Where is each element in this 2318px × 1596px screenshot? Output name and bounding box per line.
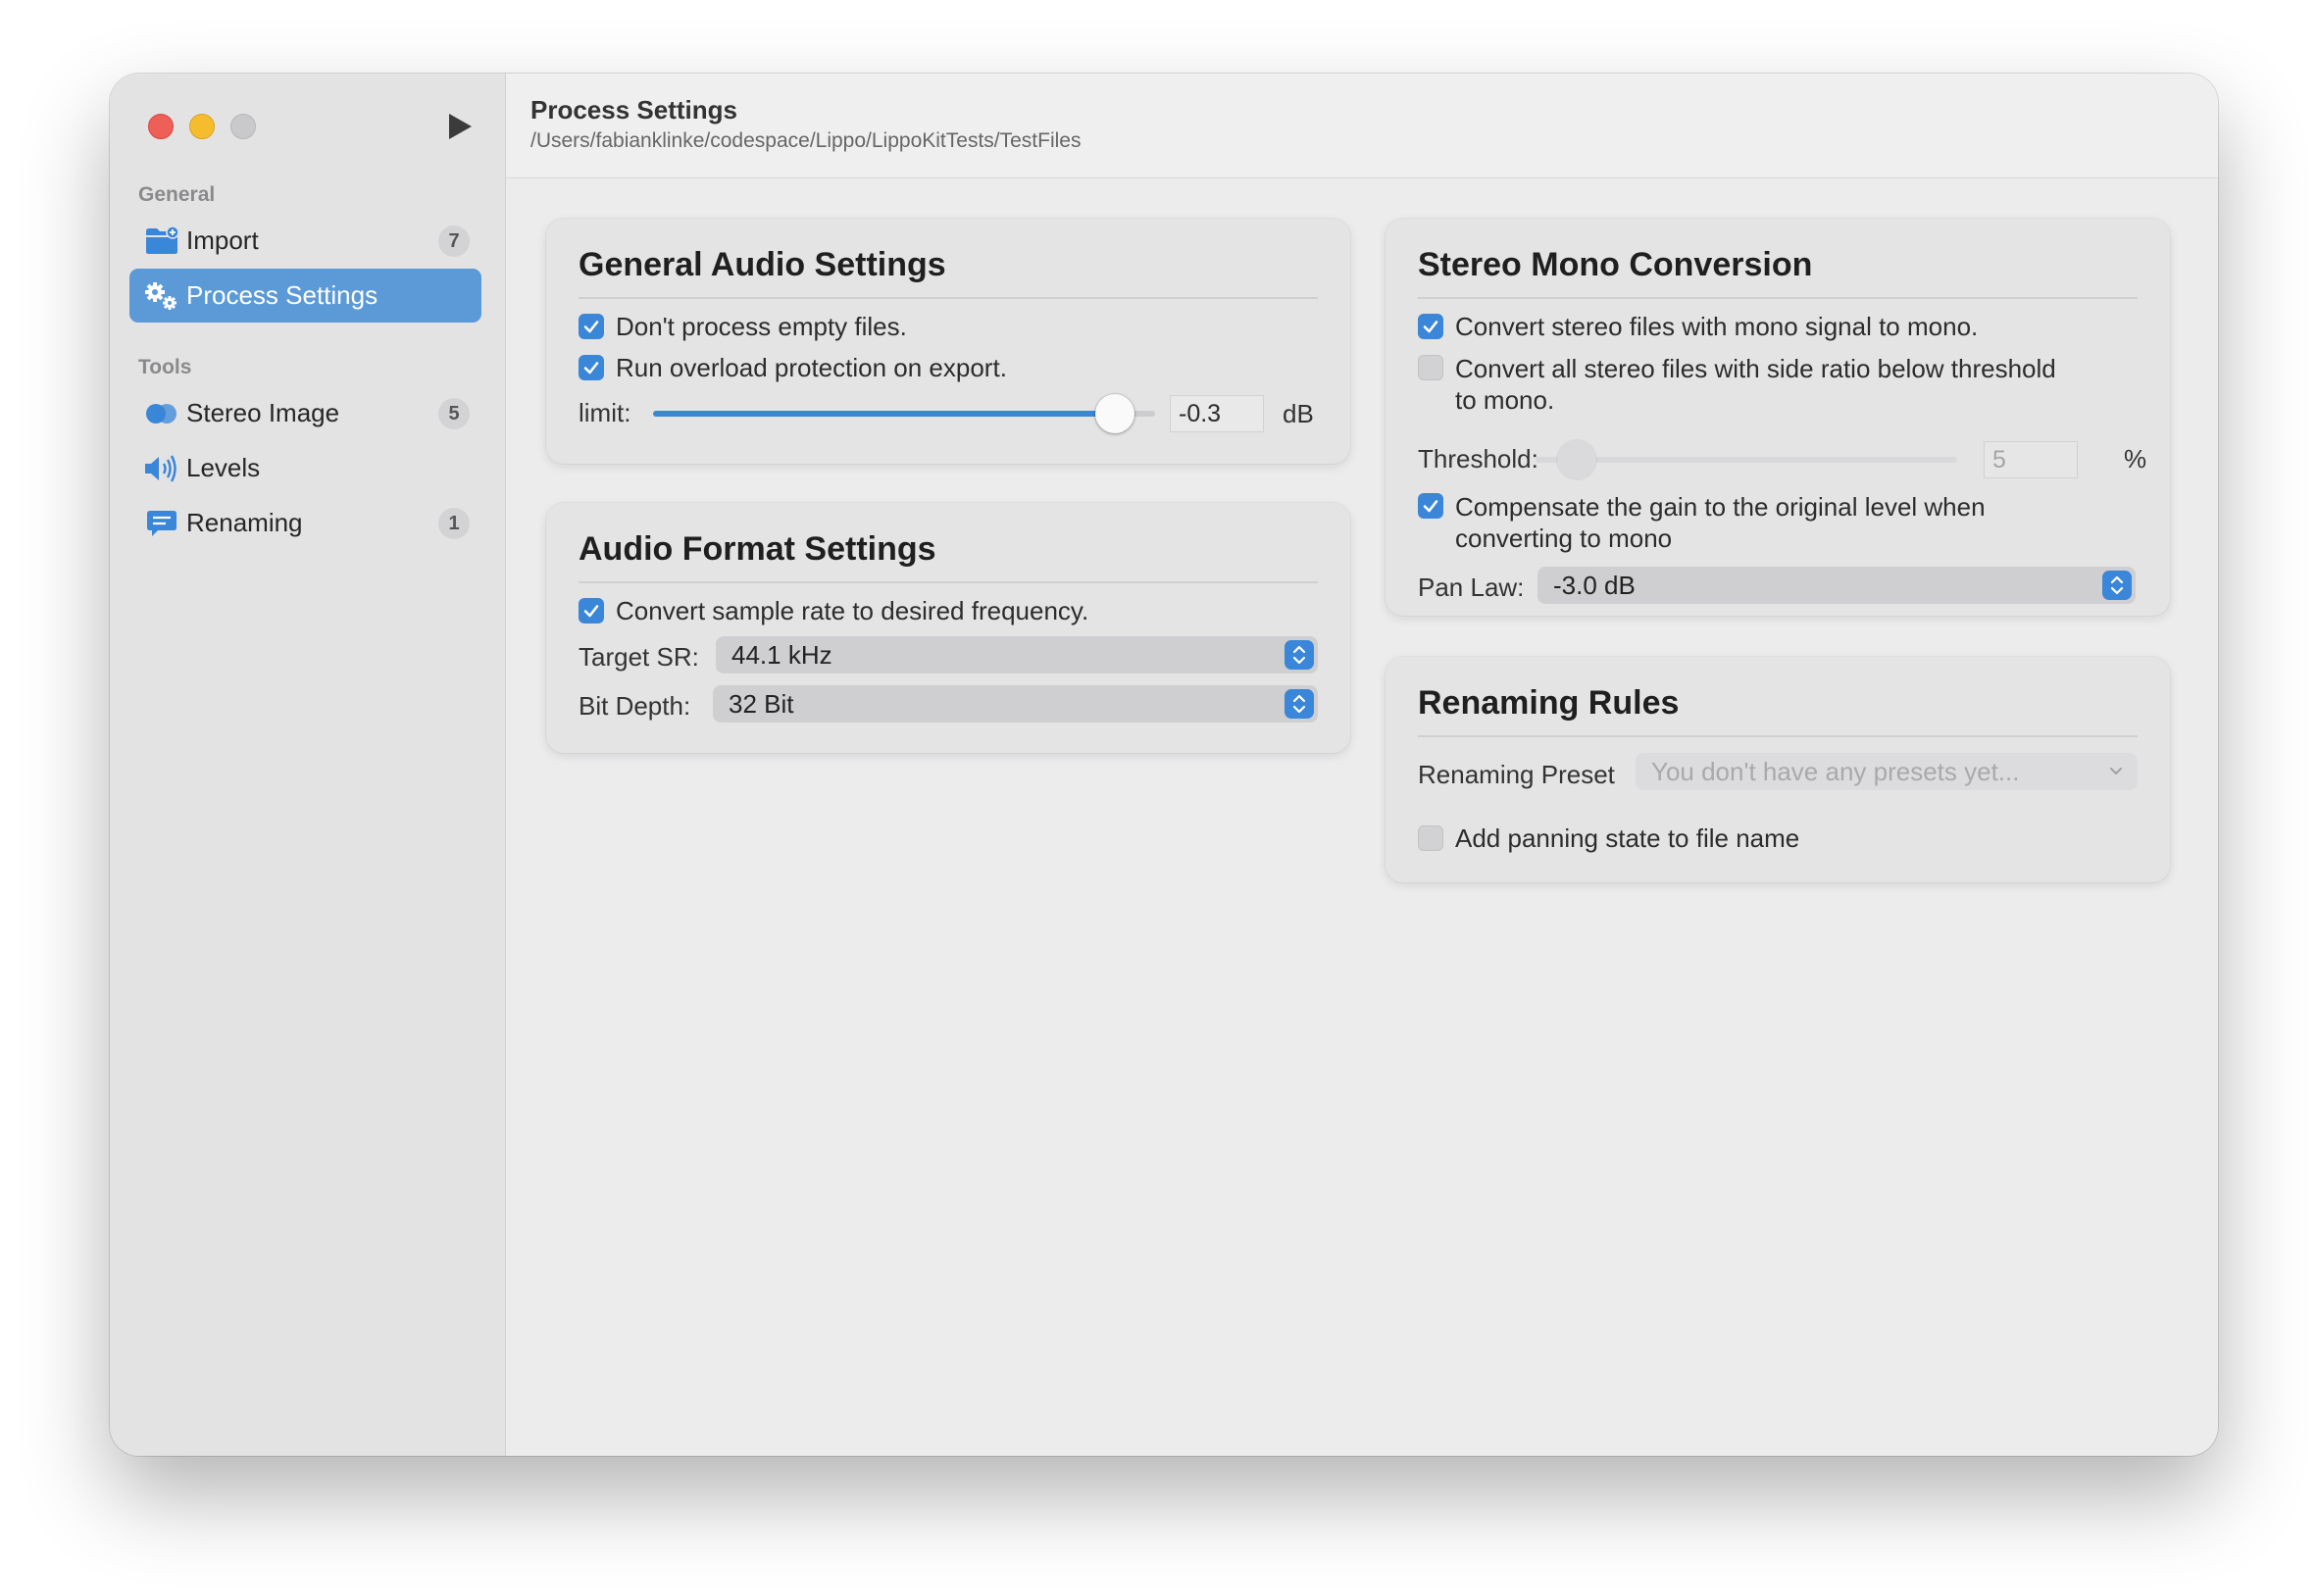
checkbox-label-line1: Convert all stereo files with side ratio… <box>1455 354 2056 383</box>
convert-mono-signal-row: Convert stereo files with mono signal to… <box>1418 312 1978 342</box>
gears-icon <box>143 279 180 313</box>
checkbox-label: Don't process empty files. <box>616 312 907 341</box>
add-panning-row: Add panning state to file name <box>1418 823 1799 854</box>
sidebar-item-process-settings[interactable]: Process Settings <box>129 269 481 323</box>
import-count-badge: 7 <box>438 225 470 257</box>
stereo-image-count-badge: 5 <box>438 398 470 429</box>
checkbox-label: Add panning state to file name <box>1455 823 1800 853</box>
renaming-preset-select[interactable]: You don't have any presets yet... <box>1636 753 2138 790</box>
checkbox-label-line1: Compensate the gain to the original leve… <box>1455 492 1986 522</box>
overload-protection-row: Run overload protection on export. <box>579 353 1007 383</box>
threshold-unit: % <box>2124 444 2147 474</box>
select-placeholder: You don't have any presets yet... <box>1651 756 2020 786</box>
toolbar: Process Settings /Users/fabianklinke/cod… <box>506 74 2218 178</box>
pan-law-label: Pan Law: <box>1418 573 1525 602</box>
general-audio-settings-card: General Audio Settings Don't process emp… <box>546 219 1350 464</box>
target-sr-select[interactable]: 44.1 kHz <box>716 636 1318 673</box>
pan-law-select[interactable]: -3.0 dB <box>1537 567 2136 604</box>
updown-chevron-icon <box>1285 689 1314 719</box>
card-title: Audio Format Settings <box>579 530 936 568</box>
sidebar-item-levels[interactable]: Levels <box>129 441 481 495</box>
folder-icon <box>143 224 180 258</box>
limit-value-field[interactable]: -0.3 <box>1170 395 1264 432</box>
sidebar-item-label: Levels <box>186 453 261 482</box>
renaming-preset-label: Renaming Preset <box>1418 760 1615 789</box>
skip-empty-files-checkbox[interactable] <box>579 314 604 339</box>
convert-mono-signal-checkbox[interactable] <box>1418 314 1443 339</box>
add-panning-checkbox[interactable] <box>1418 825 1443 851</box>
page-title: Process Settings <box>530 95 737 125</box>
speaker-icon <box>143 452 180 485</box>
limit-slider-knob[interactable] <box>1095 394 1135 433</box>
minimize-window-button[interactable] <box>189 114 215 139</box>
overload-protection-checkbox[interactable] <box>579 355 604 380</box>
checkbox-label-line2: converting to mono <box>1455 524 1673 553</box>
convert-sample-rate-checkbox[interactable] <box>579 598 604 623</box>
renaming-rules-card: Renaming Rules Renaming Preset You don't… <box>1386 657 2170 882</box>
app-window: General Import 7 Process Settings Tools … <box>110 74 2218 1456</box>
updown-chevron-icon <box>1285 640 1314 670</box>
sidebar-item-label: Renaming <box>186 508 303 537</box>
card-title: Stereo Mono Conversion <box>1418 246 1813 283</box>
sidebar-section-general: General <box>138 183 216 206</box>
close-window-button[interactable] <box>148 114 174 139</box>
stereo-mono-conversion-card: Stereo Mono Conversion Convert stereo fi… <box>1386 219 2170 616</box>
select-value: 32 Bit <box>729 688 794 719</box>
zoom-window-button[interactable] <box>230 114 256 139</box>
divider <box>1418 735 2138 737</box>
checkbox-label: Convert sample rate to desired frequency… <box>616 596 1089 625</box>
threshold-value-field[interactable]: 5 <box>1984 441 2078 478</box>
sidebar-item-label: Stereo Image <box>186 398 340 427</box>
convert-side-ratio-row: Convert all stereo files with side ratio… <box>1418 353 2056 416</box>
convert-sample-rate-row: Convert sample rate to desired frequency… <box>579 596 1088 626</box>
play-icon[interactable] <box>441 109 477 144</box>
divider <box>1418 297 2138 299</box>
convert-side-ratio-checkbox[interactable] <box>1418 355 1443 380</box>
bit-depth-label: Bit Depth: <box>579 691 691 721</box>
threshold-label: Threshold: <box>1418 444 1538 474</box>
message-icon <box>143 507 180 540</box>
limit-label: limit: <box>579 398 631 427</box>
skip-empty-files-row: Don't process empty files. <box>579 312 907 342</box>
bit-depth-select[interactable]: 32 Bit <box>713 685 1318 723</box>
renaming-count-badge: 1 <box>438 508 470 539</box>
checkbox-label: Convert stereo files with mono signal to… <box>1455 312 1979 341</box>
checkbox-label-line2: to mono. <box>1455 385 1555 415</box>
sidebar-item-import[interactable]: Import 7 <box>129 214 481 268</box>
folder-path: /Users/fabianklinke/codespace/Lippo/Lipp… <box>530 129 1082 152</box>
sidebar-item-label: Process Settings <box>186 280 378 310</box>
window-controls <box>148 114 256 139</box>
sidebar-item-label: Import <box>186 225 259 255</box>
card-title: General Audio Settings <box>579 246 946 283</box>
card-title: Renaming Rules <box>1418 684 1680 722</box>
divider <box>579 297 1318 299</box>
chevron-down-icon <box>2108 765 2124 783</box>
select-value: -3.0 dB <box>1553 570 1636 600</box>
threshold-slider-knob[interactable] <box>1556 440 1596 479</box>
checkbox-label: Compensate the gain to the original leve… <box>1455 491 1986 554</box>
divider <box>579 581 1318 583</box>
sidebar-section-tools: Tools <box>138 356 192 378</box>
compensate-gain-row: Compensate the gain to the original leve… <box>1418 491 1986 554</box>
sidebar-item-renaming[interactable]: Renaming 1 <box>129 496 481 550</box>
checkbox-label: Run overload protection on export. <box>616 353 1007 382</box>
limit-unit: dB <box>1283 399 1314 428</box>
target-sr-label: Target SR: <box>579 642 699 672</box>
checkbox-label: Convert all stereo files with side ratio… <box>1455 353 2056 416</box>
threshold-slider-track[interactable] <box>1536 457 1957 463</box>
compensate-gain-checkbox[interactable] <box>1418 493 1443 519</box>
limit-slider-fill <box>653 411 1116 417</box>
updown-chevron-icon <box>2102 571 2132 600</box>
stereo-circles-icon <box>143 397 180 430</box>
sidebar-item-stereo-image[interactable]: Stereo Image 5 <box>129 386 481 440</box>
sidebar: General Import 7 Process Settings Tools … <box>110 74 506 1456</box>
audio-format-settings-card: Audio Format Settings Convert sample rat… <box>546 503 1350 753</box>
select-value: 44.1 kHz <box>731 639 832 670</box>
